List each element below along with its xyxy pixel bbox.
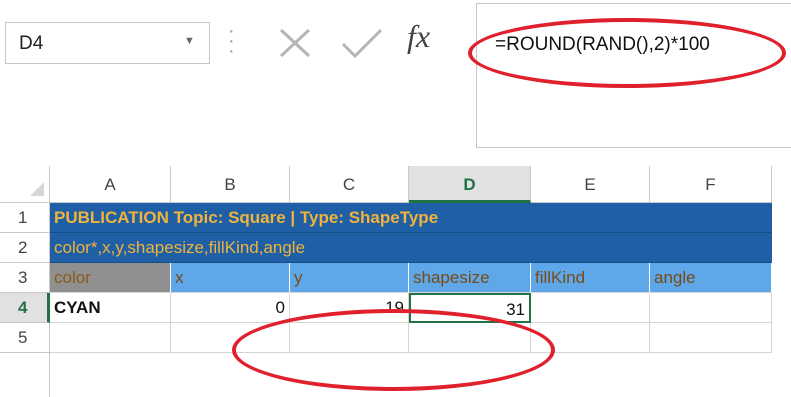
close-icon bbox=[279, 28, 311, 58]
cell-c3[interactable]: y bbox=[290, 263, 409, 293]
row-header-4[interactable]: 4 bbox=[0, 293, 50, 323]
values-highlight-ellipse bbox=[232, 309, 555, 391]
row-header-6-partial[interactable] bbox=[0, 353, 50, 397]
cancel-button[interactable] bbox=[273, 24, 317, 62]
cell-e3[interactable]: fillKind bbox=[531, 263, 650, 293]
column-header-a[interactable]: A bbox=[50, 166, 171, 203]
checkmark-icon bbox=[341, 28, 383, 59]
row-header-5[interactable]: 5 bbox=[0, 323, 50, 353]
cell-a2-fields[interactable]: color*,x,y,shapesize,fillKind,angle bbox=[50, 233, 772, 263]
vertical-dots-icon: · · · bbox=[228, 20, 235, 62]
row-header-1[interactable]: 1 bbox=[0, 203, 50, 233]
cell-e4[interactable] bbox=[531, 293, 650, 323]
cell-b4[interactable]: 0 bbox=[171, 293, 290, 323]
select-all-corner[interactable] bbox=[0, 166, 50, 203]
formula-bar-area: D4 ▼ · · · fx =ROUND(RAND(),2)*100 bbox=[0, 0, 791, 165]
cell-d3[interactable]: shapesize bbox=[409, 263, 531, 293]
cell-a4[interactable]: CYAN bbox=[50, 293, 171, 323]
grid-right-edge bbox=[772, 203, 791, 397]
enter-button[interactable] bbox=[337, 24, 387, 62]
column-header-f[interactable]: F bbox=[650, 166, 772, 203]
column-header-e[interactable]: E bbox=[531, 166, 650, 203]
cell-b3[interactable]: x bbox=[171, 263, 290, 293]
column-header-c[interactable]: C bbox=[290, 166, 409, 203]
cell-a1-title[interactable]: PUBLICATION Topic: Square | Type: ShapeT… bbox=[50, 203, 772, 233]
cell-f4[interactable] bbox=[650, 293, 772, 323]
cell-a5[interactable] bbox=[50, 323, 171, 353]
select-all-icon bbox=[30, 182, 44, 196]
spreadsheet-grid: A B C D E F 1 2 3 4 5 PUBLICATION Topic:… bbox=[0, 166, 791, 397]
row-header-2[interactable]: 2 bbox=[0, 233, 50, 263]
name-box[interactable]: D4 ▼ bbox=[5, 22, 210, 64]
row-header-3[interactable]: 3 bbox=[0, 263, 50, 293]
cell-f3[interactable]: angle bbox=[650, 263, 772, 293]
insert-function-button[interactable]: fx bbox=[407, 18, 451, 58]
cell-f5[interactable] bbox=[650, 323, 772, 353]
column-header-d[interactable]: D bbox=[409, 166, 531, 203]
chevron-down-icon[interactable]: ▼ bbox=[184, 35, 195, 47]
fx-icon: fx bbox=[407, 18, 431, 54]
name-box-value: D4 bbox=[19, 33, 44, 54]
cell-a3[interactable]: color bbox=[50, 263, 171, 293]
column-header-b[interactable]: B bbox=[171, 166, 290, 203]
formula-highlight-ellipse bbox=[468, 18, 786, 88]
